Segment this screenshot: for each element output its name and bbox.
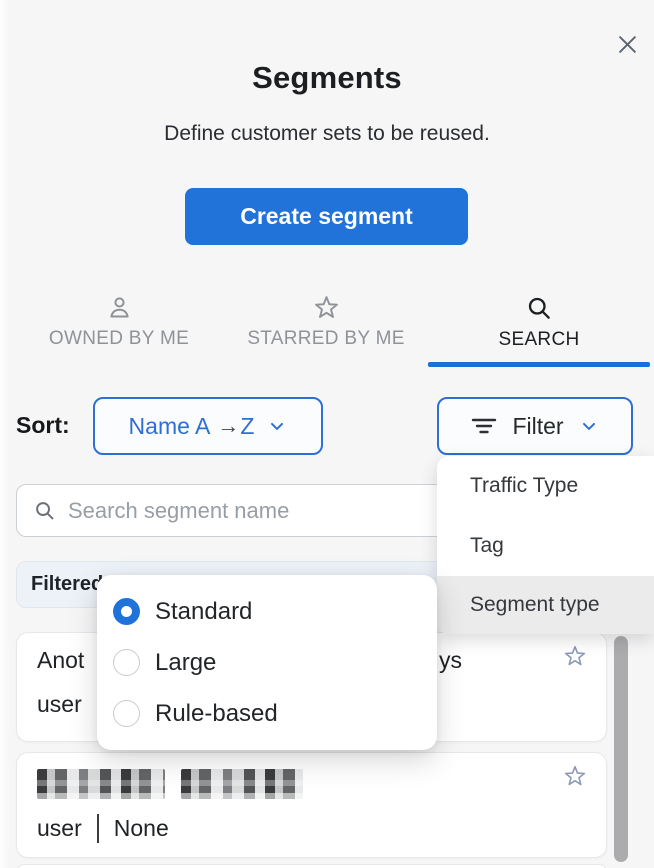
radio-label: Rule-based: [155, 700, 278, 728]
person-icon: [106, 294, 133, 321]
star-icon: [313, 294, 340, 321]
close-icon[interactable]: [613, 30, 641, 58]
segment-card[interactable]: user None: [16, 752, 607, 858]
filter-lines-icon: [471, 414, 497, 438]
radio-option-large[interactable]: Large: [97, 637, 437, 688]
segment-meta: user None: [37, 814, 169, 843]
scrollbar-thumb[interactable]: [614, 636, 628, 862]
radio-selected-icon[interactable]: [113, 598, 140, 625]
active-tab-underline: [428, 362, 650, 367]
tab-label: STARRED BY ME: [247, 328, 404, 350]
sort-label: Sort:: [16, 412, 70, 439]
sort-dropdown[interactable]: Name A → Z: [93, 397, 323, 455]
star-icon[interactable]: [563, 644, 587, 668]
tab-search[interactable]: SEARCH: [428, 294, 650, 366]
tab-label: OWNED BY ME: [49, 328, 189, 350]
meta-divider: [97, 814, 99, 843]
search-icon: [33, 499, 56, 522]
filter-dropdown[interactable]: Filter: [437, 397, 633, 455]
page-title: Segments: [0, 60, 654, 96]
radio-unselected-icon[interactable]: [113, 649, 140, 676]
segment-title-fragment: Anot: [37, 647, 84, 674]
filter-menu: Traffic Type Tag Segment type: [437, 456, 654, 634]
redacted-segment-title: [181, 769, 303, 799]
menu-item-traffic-type[interactable]: Traffic Type: [437, 456, 654, 516]
radio-option-standard[interactable]: Standard: [97, 586, 437, 637]
search-icon: [525, 294, 553, 322]
tab-starred-by-me[interactable]: STARRED BY ME: [222, 294, 430, 366]
tab-owned-by-me[interactable]: OWNED BY ME: [16, 294, 222, 366]
create-segment-button[interactable]: Create segment: [185, 188, 468, 245]
segment-meta: user: [37, 691, 82, 718]
segments-drawer: Segments Define customer sets to be reus…: [0, 0, 654, 868]
filter-label: Filter: [512, 413, 563, 440]
redacted-segment-title: [37, 769, 165, 799]
menu-item-segment-type[interactable]: Segment type: [437, 576, 654, 634]
page-subtitle: Define customer sets to be reused.: [0, 122, 654, 146]
sort-value: Name A: [129, 413, 211, 440]
chevron-down-icon: [267, 416, 287, 436]
radio-option-rule-based[interactable]: Rule-based: [97, 688, 437, 739]
radio-label: Standard: [155, 598, 252, 626]
segment-meta-type: None: [114, 815, 169, 842]
segment-type-popup: Standard Large Rule-based: [97, 575, 437, 750]
sort-arrow: →: [217, 413, 239, 439]
radio-unselected-icon[interactable]: [113, 700, 140, 727]
radio-label: Large: [155, 649, 216, 677]
menu-item-tag[interactable]: Tag: [437, 516, 654, 576]
segment-card-partial: [16, 864, 607, 868]
segment-meta-user: user: [37, 815, 82, 842]
chevron-down-icon: [579, 416, 599, 436]
segment-title-fragment: ys: [439, 647, 462, 674]
tab-label: SEARCH: [499, 329, 580, 351]
star-icon[interactable]: [563, 764, 587, 788]
sort-value-end: Z: [240, 413, 254, 440]
